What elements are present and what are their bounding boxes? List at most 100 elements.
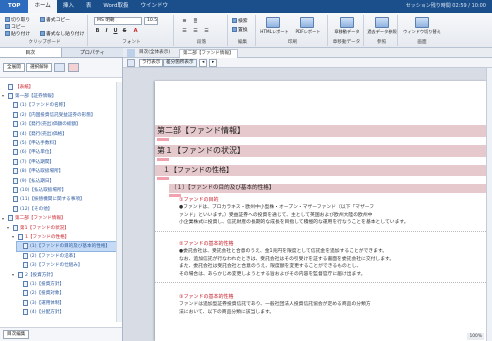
tab-home[interactable]: ホーム [28,0,57,13]
section3-title[interactable]: ③ファンドの基本的性格 [179,294,233,301]
document-icon [23,280,28,287]
align-right-icon[interactable]: ☰ [202,28,211,34]
toc-item[interactable]: (1)【投資方針】 [17,279,117,288]
toc-item[interactable]: (6)【申込単位】 [7,148,117,157]
section1-title[interactable]: ①ファンドの目的 [179,197,218,204]
toc-item[interactable]: (2)【投資対象】 [17,289,117,298]
section-move-icon[interactable] [340,17,354,28]
reference-button[interactable]: 過去データ参照 [367,29,397,34]
list-bullet-icon[interactable]: ≡ [180,18,189,24]
font-name-select[interactable]: MS 明朝 [94,17,142,25]
zoom-level[interactable]: 100% [467,333,484,340]
toc-item-label: 第一部【証券情報】 [15,93,57,99]
toc-item[interactable]: (1)【ファンドの目的及び基本的性格】 [16,240,117,252]
expand-toggle-icon[interactable]: ▾ [2,216,6,221]
section1-line: ●ファンドは、ブロカラキス・欧州中小型株・オープン・マザーファンド（以下「マザー… [179,205,375,210]
document-scrollbar[interactable] [486,68,492,341]
toc-item[interactable]: (11)【振替機関に関する事項】 [7,195,117,204]
toc-item[interactable]: (7)【申込期間】 [7,157,117,166]
font-group: MS 明朝 10.5 B I U S A フォント [90,15,174,46]
section-move-button[interactable]: 章移動データ [331,29,363,34]
toc-footer: 目次編集 [0,327,122,341]
toc-item[interactable]: ▾ 2【投資方針】 [12,270,117,279]
window-switch-button[interactable]: ウィンドウ切り替え [401,29,443,34]
toc-item[interactable]: (3)【ファンドの仕組み】 [17,261,117,270]
copy-button[interactable]: コピー [5,23,25,30]
font-color-icon[interactable]: A [132,28,139,34]
section1-body[interactable]: ●ファンドは、ブロカラキス・欧州中小型株・オープン・マザーファンド（以下「マザー… [179,204,409,227]
toc-item[interactable]: (4)【分配方針】 [17,308,117,317]
toc-item[interactable]: ▾ 第二部【ファンド情報】 [2,214,117,223]
tab-insert[interactable]: 挿入 [57,0,80,13]
tab-top[interactable]: TOP [0,0,29,13]
refresh-icon[interactable] [127,49,135,57]
html-report-icon[interactable] [266,17,280,28]
tab-toc[interactable]: 目次 [0,48,62,57]
toc-item[interactable]: ▾ 第1【ファンドの状況】 [7,223,117,232]
italic-button[interactable]: I [103,28,110,34]
list-number-icon[interactable]: ≣ [191,18,200,24]
expand-toggle-icon[interactable]: ▾ [12,234,16,239]
toc-item[interactable]: (4)【発行(売出)価格】 [7,129,117,138]
prev-icon[interactable]: ◂ [199,59,207,67]
html-report-button[interactable]: HTMLレポート [258,29,291,34]
section2-title[interactable]: ②ファンドの基本的性格 [179,241,233,248]
toc-item[interactable]: ▾ 第一部【証券情報】 [2,91,117,100]
toc-item[interactable]: (8)【申込取扱場所】 [7,167,117,176]
doc-tab-part2[interactable]: 第二部【ファンド情報】 [179,49,238,58]
next-icon[interactable]: ▸ [209,59,217,67]
toc-item[interactable]: (5)【申込手数料】 [7,138,117,147]
doc-tab-toc[interactable]: 目次(全体表示) [139,49,170,57]
pdf-report-icon[interactable] [300,17,314,28]
search-button[interactable]: 検索 [232,17,248,24]
section2-body[interactable]: ●委託会社は、受託会社と合意のうえ、金1兆円を限度として信託金を追加することがで… [179,248,394,278]
heading-fund-purpose[interactable]: （１）【ファンドの目的及び基本的性格】 [171,184,274,193]
expand-toggle-icon[interactable]: ▾ [2,93,6,98]
deselect-button[interactable]: 選択解除 [26,63,53,72]
line-view-button[interactable]: ラ行表示 [139,59,164,67]
toc-item[interactable]: (2)【内国投資信託受益証券の形態】 [7,110,117,119]
toc-item[interactable]: ▾ 1【ファンドの性格】 [12,232,117,241]
tab-properties[interactable]: プロパティ [62,48,124,57]
section3-body[interactable]: ファンドは追加型証券投資信託であり、一般社団法人投資信託協会が定める商品の分類方… [179,301,371,316]
replace-button[interactable]: 置換 [232,26,248,33]
font-size-select[interactable]: 10.5 [144,17,158,25]
diff-view-button[interactable]: 差分箇所表示 [163,59,197,67]
toc-scrollbar[interactable] [116,82,122,322]
toggle-icon[interactable] [127,59,135,67]
toc-item[interactable]: (2)【ファンドの沿革】 [17,251,117,260]
toc-item[interactable]: (12)【その他】 [7,204,117,213]
heading-part2[interactable]: 第二部【ファンド情報】 [157,125,245,137]
toc-item[interactable]: (9)【払込期日】 [7,176,117,185]
format-copy-button[interactable]: 書式コピー [40,16,70,23]
heading-fund-status[interactable]: 第１【ファンドの状況】 [157,145,245,157]
heading-fund-nature[interactable]: １【ファンドの性格】 [163,165,233,176]
document-page[interactable]: 第二部【ファンド情報】 第１【ファンドの状況】 １【ファンドの性格】 （１）【フ… [155,81,492,341]
expand-toggle-icon[interactable]: ▾ [7,225,11,230]
pdf-report-button[interactable]: PDFレポート [292,29,324,34]
toc-item[interactable]: (3)【発行(売出)価額の総額】 [7,120,117,129]
toc-view-icon[interactable] [54,63,65,72]
align-left-icon[interactable]: ☰ [180,28,189,34]
toc-edit-button[interactable]: 目次編集 [3,330,30,339]
toc-item[interactable]: 【表紙】 [2,82,117,91]
reference-icon[interactable] [375,17,389,28]
expand-toggle-icon[interactable]: ▾ [12,272,16,277]
window-switch-icon[interactable] [415,17,429,28]
toc-item[interactable]: (10)【払込取扱場所】 [7,185,117,194]
strike-button[interactable]: S [121,28,128,34]
tab-table[interactable]: 表 [80,0,98,13]
paste-text-button[interactable]: 書式なし貼り付け [40,30,84,37]
align-center-icon[interactable]: ☰ [191,28,200,34]
tab-window[interactable]: ウインドウ [134,0,174,13]
bold-button[interactable]: B [94,28,101,34]
underline-button[interactable]: U [112,28,119,34]
tab-word[interactable]: Word取扱 [97,0,134,13]
paste-button[interactable]: 貼り付け [5,30,30,37]
toc-toolbar: 全展開 選択解除 [0,58,122,78]
toc-item[interactable]: (3)【運用体制】 [17,298,117,307]
toc-item[interactable]: (1)【ファンドの名称】 [7,101,117,110]
cut-button[interactable]: 切り取り [5,16,30,23]
expand-all-button[interactable]: 全展開 [3,63,25,72]
toc-flag-icon[interactable] [68,63,79,72]
